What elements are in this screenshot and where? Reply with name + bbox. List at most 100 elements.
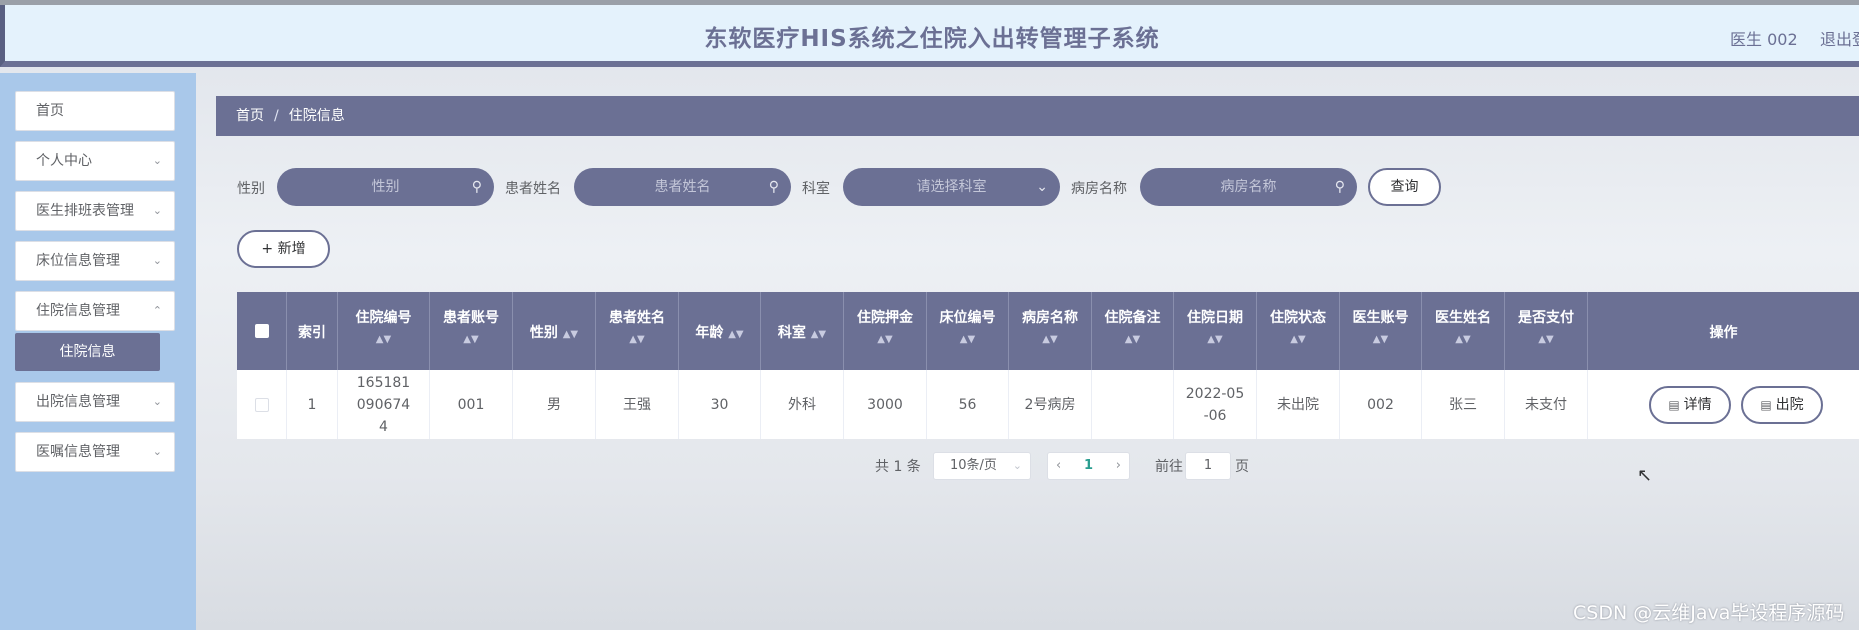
ward-filter-input[interactable]: 病房名称 ⚲: [1140, 168, 1357, 206]
next-page-icon[interactable]: ›: [1116, 453, 1121, 479]
col-bed-no[interactable]: 床位编号 ▲▼: [927, 292, 1009, 370]
col-header-text: 年龄: [695, 325, 724, 341]
dept-filter-select[interactable]: 请选择科室 ⌄: [843, 168, 1060, 206]
select-all-checkbox[interactable]: [255, 324, 269, 338]
search-button[interactable]: 查询: [1368, 168, 1441, 206]
cell-ward-name: 2号病房: [1009, 370, 1092, 439]
goto-page-input[interactable]: 1: [1185, 452, 1231, 480]
sort-icon[interactable]: ▲▼: [1257, 334, 1339, 345]
col-header-label: 病房名称: [1022, 310, 1078, 326]
col-admission-date[interactable]: 住院日期 ▲▼: [1174, 292, 1257, 370]
col-deposit[interactable]: 住院押金 ▲▼: [844, 292, 927, 370]
sort-icon[interactable]: ▲▼: [811, 329, 826, 340]
gender-filter-placeholder: 性别: [371, 179, 400, 195]
sort-icon[interactable]: ▲▼: [1422, 334, 1504, 345]
sort-icon[interactable]: ▲▼: [596, 334, 678, 345]
chevron-down-icon: ⌄: [152, 254, 162, 267]
cell-paid: 未支付: [1505, 370, 1588, 439]
cell-patient-name: 王强: [596, 370, 679, 439]
sort-icon[interactable]: ▲▼: [844, 334, 926, 345]
ward-filter-placeholder: 病房名称: [1220, 179, 1277, 195]
sidebar-item-discharge[interactable]: 出院信息管理 ⌄: [15, 382, 175, 422]
col-gender[interactable]: 性别 ▲▼: [513, 292, 596, 370]
logout-link[interactable]: 退出登: [1820, 26, 1859, 50]
col-status[interactable]: 住院状态 ▲▼: [1257, 292, 1340, 370]
sort-icon[interactable]: ▲▼: [1505, 334, 1587, 345]
sidebar-item-home[interactable]: 首页: [15, 91, 175, 131]
col-admission-no[interactable]: 住院编号 ▲▼: [338, 292, 430, 370]
current-user: 医生 002: [1730, 30, 1798, 49]
search-icon: ⚲: [768, 179, 779, 195]
cell-deposit: 3000: [844, 370, 927, 439]
sort-icon[interactable]: ▲▼: [563, 329, 578, 340]
col-header-label: 住院押金: [857, 310, 913, 326]
search-icon: ⚲: [1334, 179, 1345, 195]
document-icon: ▤: [1668, 398, 1680, 412]
col-header-label: 性别 ▲▼: [513, 322, 595, 342]
sort-icon[interactable]: ▲▼: [1092, 334, 1173, 345]
name-filter-label: 患者姓名: [505, 181, 561, 197]
sort-icon[interactable]: ▲▼: [338, 334, 429, 345]
breadcrumb-current: 住院信息: [288, 108, 345, 124]
detail-button[interactable]: ▤ 详情: [1649, 386, 1731, 424]
col-ward-name[interactable]: 病房名称 ▲▼: [1009, 292, 1092, 370]
cell-index: 1: [287, 370, 338, 439]
sort-icon[interactable]: ▲▼: [430, 334, 512, 345]
cell-gender: 男: [513, 370, 596, 439]
sidebar-item-beds[interactable]: 床位信息管理 ⌄: [15, 241, 175, 281]
current-page[interactable]: 1: [1084, 458, 1093, 473]
sidebar-item-label: 医嘱信息管理: [36, 444, 120, 460]
col-patient-account[interactable]: 患者账号 ▲▼: [430, 292, 513, 370]
sort-icon[interactable]: ▲▼: [1340, 334, 1421, 345]
col-doctor-name[interactable]: 医生姓名 ▲▼: [1422, 292, 1505, 370]
sort-icon[interactable]: ▲▼: [1009, 334, 1091, 345]
sort-icon[interactable]: ▲▼: [927, 334, 1008, 345]
col-department[interactable]: 科室 ▲▼: [761, 292, 844, 370]
col-header-label: 年龄 ▲▼: [679, 322, 760, 342]
sidebar-subitem-admission-info[interactable]: 住院信息: [15, 333, 160, 371]
breadcrumb-separator: /: [274, 108, 279, 124]
col-age[interactable]: 年龄 ▲▼: [679, 292, 761, 370]
ward-filter-label: 病房名称: [1071, 181, 1127, 197]
sidebar: 首页 个人中心 ⌄ 医生排班表管理 ⌄ 床位信息管理 ⌄ 住院信息管理 ⌃ 住院…: [0, 73, 196, 630]
sidebar-item-label: 床位信息管理: [36, 253, 120, 269]
sidebar-item-label: 个人中心: [36, 153, 92, 169]
cell-doctor-account: 002: [1340, 370, 1422, 439]
sidebar-item-label: 住院信息管理: [36, 303, 120, 319]
cell-admission-no: 1651810906744: [338, 370, 430, 439]
chevron-down-icon: ⌄: [1012, 459, 1022, 472]
sidebar-item-label: 首页: [36, 103, 64, 119]
col-header-label: 索引: [298, 325, 326, 341]
sort-icon[interactable]: ▲▼: [1174, 334, 1256, 345]
col-header-label: 是否支付: [1518, 310, 1574, 326]
name-filter-input[interactable]: 患者姓名 ⚲: [574, 168, 791, 206]
col-doctor-account[interactable]: 医生账号 ▲▼: [1340, 292, 1422, 370]
sidebar-item-personal[interactable]: 个人中心 ⌄: [15, 141, 175, 181]
cell-department: 外科: [761, 370, 844, 439]
col-paid[interactable]: 是否支付 ▲▼: [1505, 292, 1588, 370]
search-icon: ⚲: [471, 179, 482, 195]
row-checkbox[interactable]: [254, 397, 269, 412]
table-header: 索引 住院编号 ▲▼ 患者账号 ▲▼ 性别 ▲▼ 患者姓名 ▲▼ 年龄 ▲▼ 科…: [237, 292, 1859, 370]
sidebar-item-orders[interactable]: 医嘱信息管理 ⌄: [15, 432, 175, 472]
col-header-label: 住院备注: [1104, 310, 1161, 326]
chevron-down-icon: ⌄: [152, 154, 162, 167]
breadcrumb-home[interactable]: 首页: [236, 108, 264, 124]
discharge-button[interactable]: ▤ 出院: [1741, 386, 1823, 424]
prev-page-icon[interactable]: ‹: [1056, 453, 1061, 479]
cell-doctor-name: 张三: [1422, 370, 1505, 439]
watermark: CSDN @云维Java毕设程序源码: [1573, 602, 1845, 624]
col-header-label: 患者账号: [443, 310, 499, 326]
col-header-label: 科室 ▲▼: [761, 322, 843, 342]
gender-filter-input[interactable]: 性别 ⚲: [277, 168, 494, 206]
col-patient-name[interactable]: 患者姓名 ▲▼: [596, 292, 679, 370]
add-button[interactable]: + 新增: [237, 230, 330, 268]
page-size-select[interactable]: 10条/页 ⌄: [933, 452, 1031, 480]
cell-patient-account: 001: [430, 370, 513, 439]
cell-age: 30: [679, 370, 761, 439]
dept-filter-label: 科室: [802, 181, 830, 197]
sidebar-item-admission[interactable]: 住院信息管理 ⌃: [15, 291, 175, 331]
col-note[interactable]: 住院备注 ▲▼: [1092, 292, 1174, 370]
sort-icon[interactable]: ▲▼: [728, 329, 743, 340]
sidebar-item-schedule[interactable]: 医生排班表管理 ⌄: [15, 191, 175, 231]
